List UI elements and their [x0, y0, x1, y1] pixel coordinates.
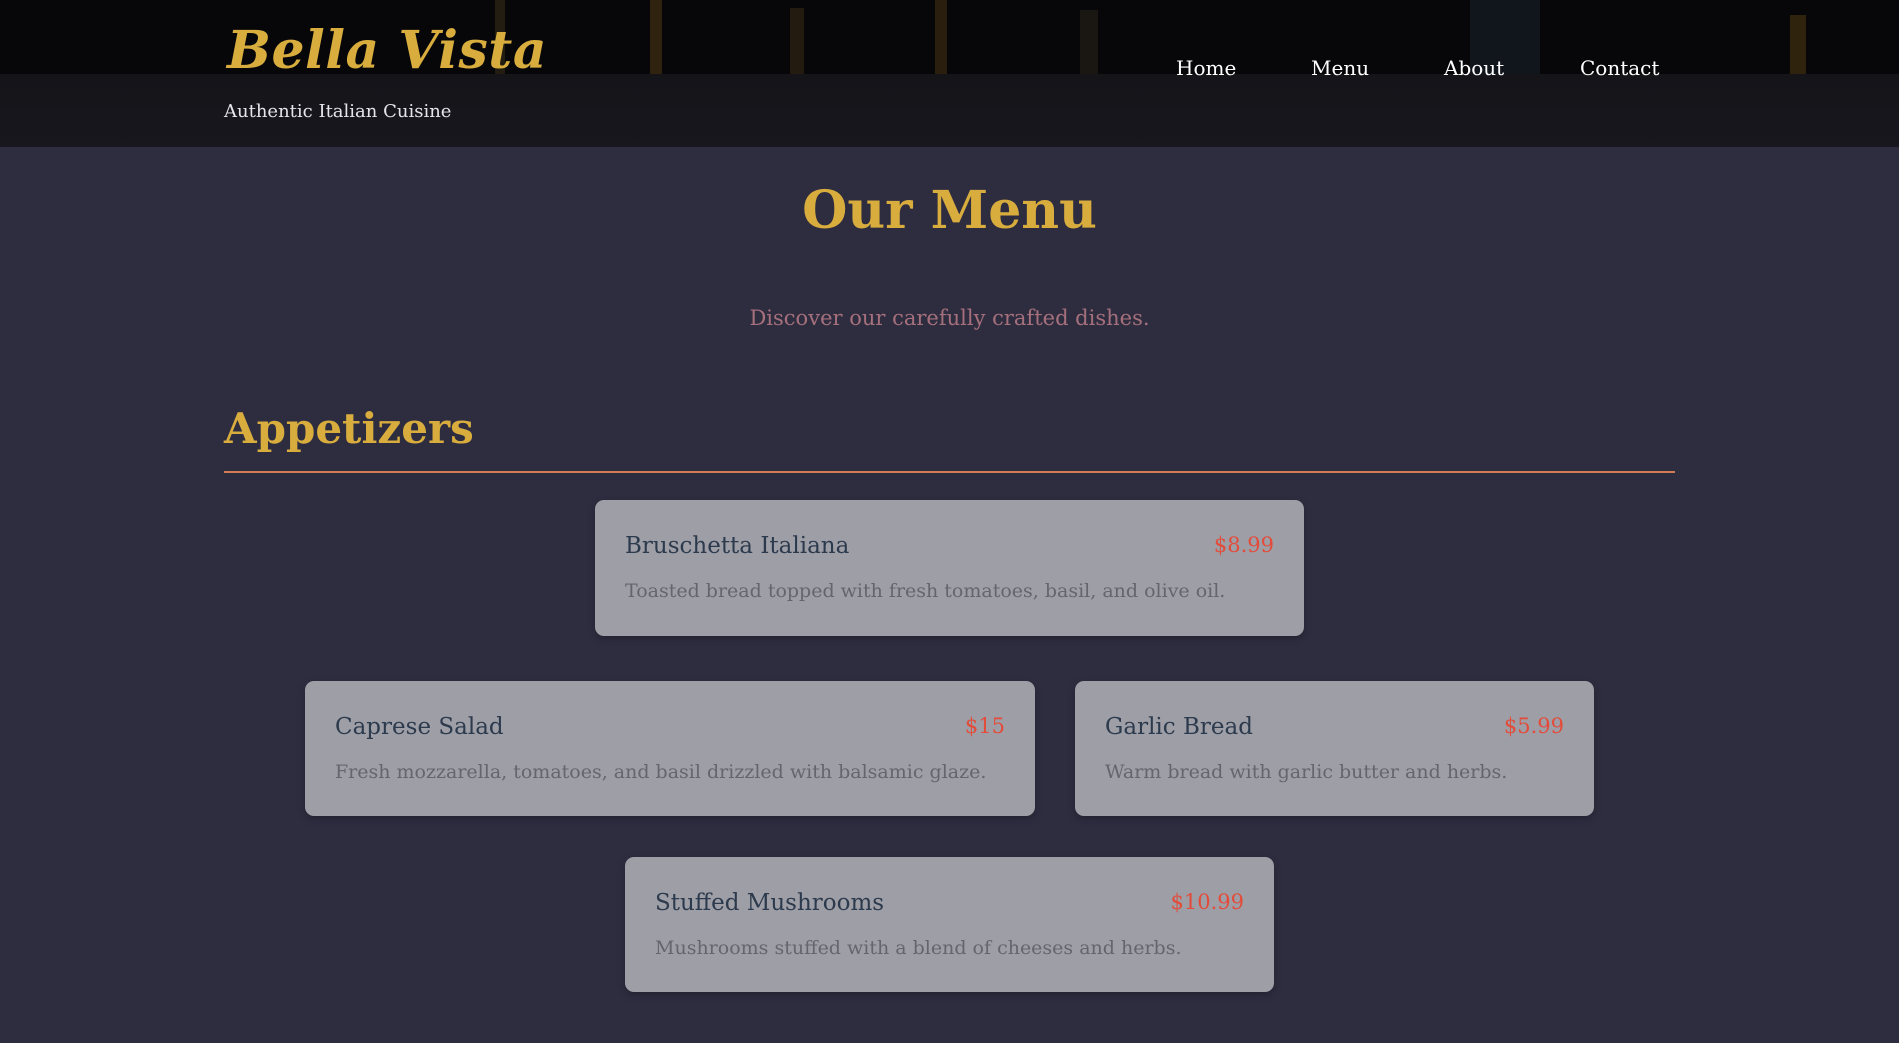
- menu-item-price: $5.99: [1503, 714, 1564, 738]
- site-tagline: Authentic Italian Cuisine: [224, 101, 452, 122]
- page-title: Our Menu: [802, 180, 1097, 241]
- menu-item-description: Fresh mozzarella, tomatoes, and basil dr…: [335, 761, 987, 783]
- menu-item-price: $8.99: [1213, 533, 1274, 557]
- section-divider: [224, 471, 1675, 473]
- main-nav: Home Menu About Contact: [0, 56, 1899, 86]
- menu-item-name: Stuffed Mushrooms: [655, 890, 885, 916]
- menu-item-name: Garlic Bread: [1105, 714, 1253, 740]
- site-header: Bella Vista Authentic Italian Cuisine Ho…: [0, 0, 1899, 147]
- menu-item-name: Caprese Salad: [335, 714, 504, 740]
- menu-item-description: Mushrooms stuffed with a blend of cheese…: [655, 937, 1182, 959]
- menu-item-price: $10.99: [1170, 890, 1244, 914]
- page-subtitle: Discover our carefully crafted dishes.: [749, 306, 1150, 330]
- nav-link-menu[interactable]: Menu: [1311, 56, 1369, 80]
- nav-link-about[interactable]: About: [1444, 56, 1504, 80]
- nav-link-home[interactable]: Home: [1176, 56, 1236, 80]
- menu-item-card: Stuffed Mushrooms $10.99 Mushrooms stuff…: [625, 857, 1274, 992]
- menu-item-description: Toasted bread topped with fresh tomatoes…: [625, 580, 1226, 602]
- menu-item-name: Bruschetta Italiana: [625, 533, 850, 559]
- menu-item-card: Garlic Bread $5.99 Warm bread with garli…: [1075, 681, 1594, 816]
- menu-item-price: $15: [964, 714, 1005, 738]
- menu-item-card: Bruschetta Italiana $8.99 Toasted bread …: [595, 500, 1304, 636]
- nav-link-contact[interactable]: Contact: [1580, 56, 1659, 80]
- section-title-appetizers: Appetizers: [224, 404, 474, 453]
- menu-item-description: Warm bread with garlic butter and herbs.: [1105, 761, 1508, 783]
- menu-item-card: Caprese Salad $15 Fresh mozzarella, toma…: [305, 681, 1035, 816]
